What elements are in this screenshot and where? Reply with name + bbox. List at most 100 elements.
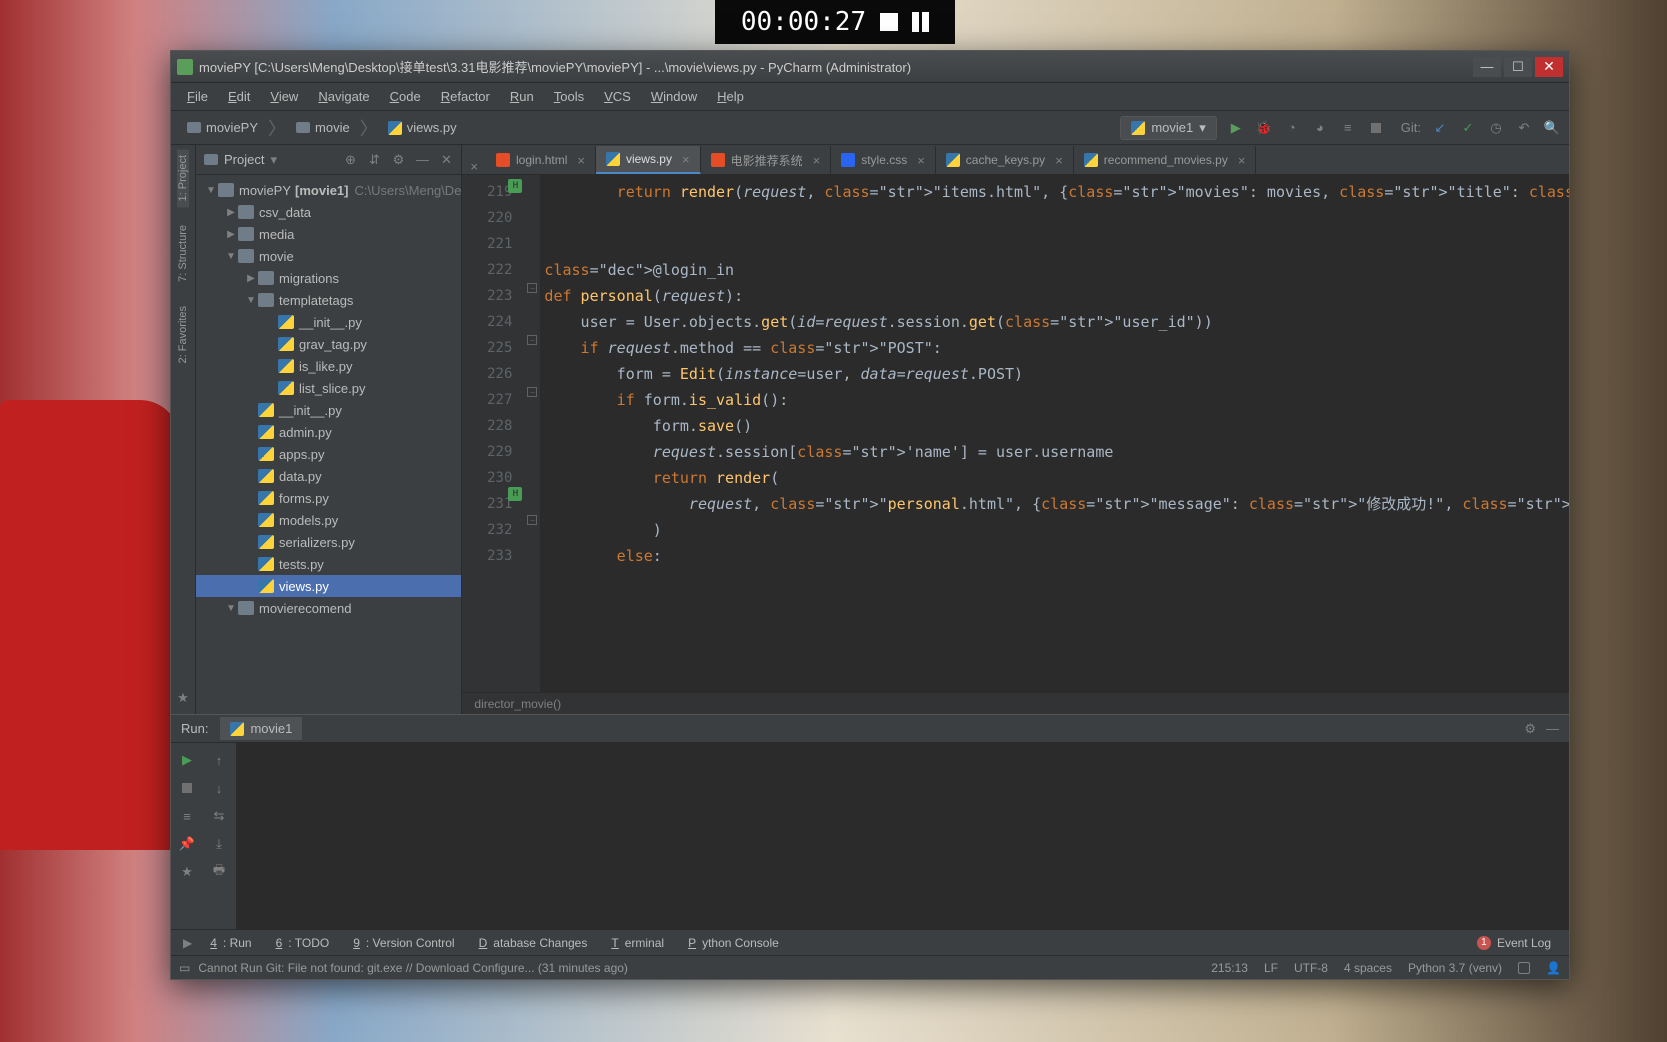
- menu-vcs[interactable]: VCS: [596, 86, 639, 107]
- recorder-pause-button[interactable]: [912, 12, 929, 32]
- hide-panel-button[interactable]: ✕: [439, 153, 453, 167]
- tree-item-serializerspy[interactable]: serializers.py: [196, 531, 461, 553]
- expand-button[interactable]: ⇵: [367, 153, 381, 167]
- event-log-button[interactable]: 1Event Log: [1467, 933, 1561, 953]
- menu-code[interactable]: Code: [382, 86, 429, 107]
- editor-tab-cachekeyspy[interactable]: cache_keys.py×: [936, 146, 1074, 174]
- favorites-star-icon[interactable]: ★: [171, 682, 197, 714]
- git-rollback-button[interactable]: ↶: [1515, 119, 1533, 137]
- debug-button[interactable]: 🐞: [1255, 119, 1273, 137]
- tree-item-gravtagpy[interactable]: grav_tag.py: [196, 333, 461, 355]
- scroll-up-button[interactable]: ↑: [210, 751, 228, 769]
- close-tab-icon[interactable]: ×: [678, 152, 690, 167]
- close-tab-icon[interactable]: ×: [913, 153, 925, 168]
- close-tab-icon[interactable]: ×: [573, 153, 585, 168]
- readonly-lock-icon[interactable]: [1518, 962, 1530, 974]
- coverage-button[interactable]: ◔: [1283, 119, 1301, 137]
- run-star-button[interactable]: ★: [178, 863, 196, 881]
- menu-tools[interactable]: Tools: [546, 86, 592, 107]
- tool-stripe-favorites[interactable]: 2: Favorites: [177, 300, 189, 369]
- tree-item-modelspy[interactable]: models.py: [196, 509, 461, 531]
- menu-navigate[interactable]: Navigate: [310, 86, 377, 107]
- close-tab-icon[interactable]: ×: [1051, 153, 1063, 168]
- dropdown-icon[interactable]: ▾: [270, 152, 277, 168]
- search-everywhere-button[interactable]: 🔍: [1543, 119, 1561, 137]
- maximize-button[interactable]: ☐: [1504, 57, 1532, 77]
- tree-item-migrations[interactable]: ▶migrations: [196, 267, 461, 289]
- run-layout-button[interactable]: ≡: [178, 807, 196, 825]
- tree-item-csvdata[interactable]: ▶csv_data: [196, 201, 461, 223]
- fold-toggle-icon[interactable]: −: [527, 387, 537, 397]
- print-button[interactable]: 🖶: [210, 863, 228, 881]
- soft-wrap-button[interactable]: ⇆: [210, 807, 228, 825]
- tree-item-testspy[interactable]: tests.py: [196, 553, 461, 575]
- editor-tab-stylecss[interactable]: style.css×: [831, 146, 936, 174]
- tree-item-adminpy[interactable]: admin.py: [196, 421, 461, 443]
- menu-view[interactable]: View: [262, 86, 306, 107]
- bottom-tab-todo[interactable]: 6: TODO: [266, 933, 340, 953]
- menu-run[interactable]: Run: [502, 86, 542, 107]
- menu-file[interactable]: File: [179, 86, 216, 107]
- stop-button[interactable]: [1367, 119, 1385, 137]
- run-console-output[interactable]: [236, 743, 1569, 929]
- python-interpreter[interactable]: Python 3.7 (venv): [1408, 961, 1502, 975]
- bottom-tab-terminal[interactable]: Terminal: [601, 933, 674, 953]
- breadcrumb-item[interactable]: movie: [288, 117, 358, 138]
- scroll-end-button[interactable]: ⤓: [210, 835, 228, 853]
- menu-window[interactable]: Window: [643, 86, 705, 107]
- tree-item-listslicepy[interactable]: list_slice.py: [196, 377, 461, 399]
- run-button[interactable]: ▶: [1227, 119, 1245, 137]
- run-hide-button[interactable]: —: [1546, 721, 1559, 736]
- run-stop-button[interactable]: [178, 779, 196, 797]
- inspector-icon[interactable]: 👤: [1546, 961, 1561, 975]
- tree-item-media[interactable]: ▶media: [196, 223, 461, 245]
- profile-button[interactable]: ◕: [1311, 119, 1329, 137]
- bottom-tab-run[interactable]: 4: Run: [200, 933, 261, 953]
- locate-button[interactable]: ⊕: [343, 153, 357, 167]
- code-breadcrumb[interactable]: director_movie(): [462, 692, 1569, 714]
- run-tab[interactable]: movie1: [220, 717, 302, 740]
- tool-stripe-structure[interactable]: 7: Structure: [177, 219, 189, 288]
- close-tab-icon[interactable]: ×: [462, 159, 486, 174]
- menu-refactor[interactable]: Refactor: [433, 86, 498, 107]
- line-separator[interactable]: LF: [1264, 961, 1278, 975]
- rerun-button[interactable]: ▶: [178, 751, 196, 769]
- close-button[interactable]: ✕: [1535, 57, 1563, 77]
- menu-edit[interactable]: Edit: [220, 86, 258, 107]
- editor-gutter[interactable]: H H 219220221222223224225226227228229230…: [462, 175, 524, 692]
- titlebar[interactable]: moviePY [C:\Users\Meng\Desktop\接单test\3.…: [171, 51, 1569, 83]
- minimize-button[interactable]: —: [1473, 57, 1501, 77]
- breadcrumb-item[interactable]: moviePY: [179, 117, 266, 138]
- run-settings-icon[interactable]: ⚙: [1524, 721, 1536, 737]
- git-history-button[interactable]: ◷: [1487, 119, 1505, 137]
- fold-strip[interactable]: − − − −: [524, 175, 540, 692]
- breadcrumb-item[interactable]: views.py: [380, 117, 465, 138]
- indent-setting[interactable]: 4 spaces: [1344, 961, 1392, 975]
- menu-help[interactable]: Help: [709, 86, 752, 107]
- cursor-position[interactable]: 215:13: [1211, 961, 1248, 975]
- tree-item-viewspy[interactable]: views.py: [196, 575, 461, 597]
- concurrency-button[interactable]: ≡: [1339, 119, 1357, 137]
- fold-toggle-icon[interactable]: −: [527, 283, 537, 293]
- git-commit-button[interactable]: ✓: [1459, 119, 1477, 137]
- bottom-tab-databasechanges[interactable]: Database Changes: [469, 933, 598, 953]
- editor-tab-loginhtml[interactable]: login.html×: [486, 146, 596, 174]
- tree-item-initpy[interactable]: __init__.py: [196, 311, 461, 333]
- tree-item-moviepy[interactable]: ▼moviePY[movie1]C:\Users\Meng\De: [196, 179, 461, 201]
- run-configuration-selector[interactable]: movie1 ▾: [1120, 116, 1216, 140]
- git-update-button[interactable]: ↙: [1431, 119, 1449, 137]
- close-tab-icon[interactable]: ×: [809, 153, 821, 168]
- tree-item-islikepy[interactable]: is_like.py: [196, 355, 461, 377]
- bottom-tab-versioncontrol[interactable]: 9: Version Control: [343, 933, 464, 953]
- tree-item-formspy[interactable]: forms.py: [196, 487, 461, 509]
- run-pin-button[interactable]: 📌: [178, 835, 196, 853]
- code-breadcrumb-item[interactable]: director_movie(): [474, 697, 561, 711]
- fold-toggle-icon[interactable]: −: [527, 515, 537, 525]
- tree-item-initpy[interactable]: __init__.py: [196, 399, 461, 421]
- tree-item-appspy[interactable]: apps.py: [196, 443, 461, 465]
- close-tab-icon[interactable]: ×: [1234, 153, 1246, 168]
- minimize-panel-button[interactable]: —: [415, 153, 429, 167]
- editor-tab-recommendmoviespy[interactable]: recommend_movies.py×: [1074, 146, 1257, 174]
- status-stack-icon[interactable]: ▭: [179, 961, 190, 975]
- settings-icon[interactable]: ⚙: [391, 153, 405, 167]
